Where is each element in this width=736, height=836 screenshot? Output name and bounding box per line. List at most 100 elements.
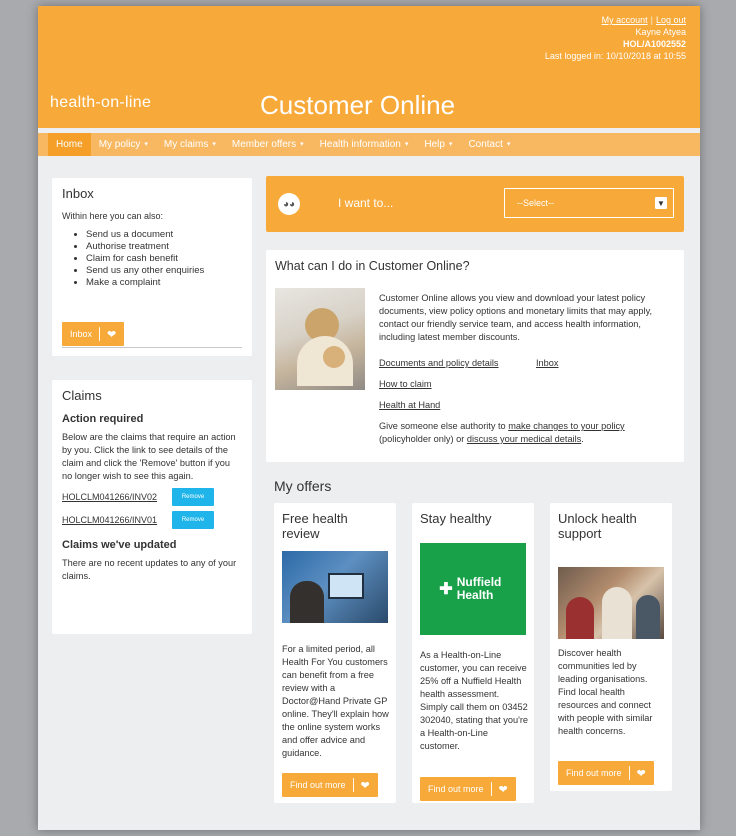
nav-label: Member offers <box>231 139 297 150</box>
chevron-down-icon: ▾ <box>212 141 216 148</box>
select-value: --Select-- <box>517 198 555 208</box>
claims-updated-heading: Claims we've updated <box>62 539 177 551</box>
site-header: My account | Log out Kayne Atyea HOL/A1002… <box>38 6 700 128</box>
main-nav: Home My policy ▾ My claims ▾ Member offers… <box>38 133 700 156</box>
offer-text: Discover health communities led by leadi… <box>558 648 653 736</box>
offer-photo <box>558 567 664 639</box>
separator: | <box>650 15 653 25</box>
claim-link[interactable]: HOLCLM041266/INV02 <box>62 492 172 502</box>
inbox-card: Inbox Within here you can also: Send us … <box>52 178 252 356</box>
last-logged-in: Last logged in: 10/10/2018 at 10:55 <box>544 51 686 61</box>
nav-item-my-claims[interactable]: My claims ▾ <box>156 133 224 156</box>
make-changes-link[interactable]: make changes to your policy <box>508 421 624 431</box>
owl-icon: ◕◕ <box>278 193 300 215</box>
button-label: Find out more <box>428 784 484 794</box>
what-can-i-do-card: What can I do in Customer Online? Custom… <box>266 250 684 462</box>
action-required-heading: Action required <box>62 413 144 425</box>
nuffield-health-logo: ✚ Nuffield Health <box>420 543 526 635</box>
divider <box>352 778 354 792</box>
nav-label: Help <box>424 139 445 150</box>
chevron-down-icon: ▾ <box>448 141 453 148</box>
remove-button[interactable]: Remove <box>172 511 214 529</box>
claims-card: Claims Action required Below are the cla… <box>52 380 252 634</box>
offer-text: For a limited period, all Health For You… <box>282 644 389 758</box>
what-can-i-do-description: Customer Online allows you view and down… <box>379 293 653 342</box>
find-out-more-button[interactable]: Find out more ❤ <box>420 777 516 801</box>
button-label: Find out more <box>290 780 346 790</box>
text: Give someone else authority to <box>379 421 509 431</box>
documents-link[interactable]: Documents and policy details <box>379 358 499 368</box>
nav-label: Health information <box>319 139 401 150</box>
claims-title: Claims <box>62 388 102 403</box>
photo-figure <box>602 587 632 639</box>
inbox-title: Inbox <box>62 186 94 201</box>
nav-item-home[interactable]: Home <box>48 133 91 156</box>
remove-button[interactable]: Remove <box>172 488 214 506</box>
nav-label: My claims <box>163 139 209 150</box>
nav-item-help[interactable]: Help ▾ <box>416 133 460 156</box>
what-can-i-do-title: What can I do in Customer Online? <box>275 259 470 273</box>
offer-text: As a Health-on-Line customer, you can re… <box>420 650 528 751</box>
offer-photo <box>282 551 388 623</box>
chevron-down-icon: ▾ <box>404 141 409 148</box>
claim-row: HOLCLM041266/INV01 Remove <box>62 511 242 529</box>
list-item: Claim for cash benefit <box>86 253 242 265</box>
user-name: Kayne Atyea <box>635 27 686 37</box>
photo-figure <box>566 597 594 639</box>
discuss-medical-link[interactable]: discuss your medical details <box>467 434 581 444</box>
photo-figure <box>290 581 324 623</box>
heart-icon: ❤ <box>498 783 508 796</box>
heart-icon: ❤ <box>636 767 646 780</box>
my-account-link[interactable]: My account <box>602 15 648 25</box>
inbox-intro: Within here you can also: <box>62 211 164 221</box>
my-offers-heading: My offers <box>274 478 332 494</box>
how-to-claim-link[interactable]: How to claim <box>379 379 432 389</box>
list-item: Make a complaint <box>86 277 242 289</box>
text: . <box>581 434 584 444</box>
button-label: Find out more <box>566 768 622 778</box>
nav-item-contact[interactable]: Contact ▾ <box>460 133 518 156</box>
divider <box>628 766 630 780</box>
chevron-down-icon: ▾ <box>300 141 304 148</box>
heart-icon: ❤ <box>360 779 370 792</box>
member-id: HOL/A1002552 <box>622 39 686 49</box>
heart-icon: ❤ <box>107 328 117 341</box>
find-out-more-button[interactable]: Find out more ❤ <box>282 773 378 797</box>
action-required-text: Below are the claims that require an act… <box>62 432 236 481</box>
photo-figure <box>323 346 345 368</box>
list-item: Authorise treatment <box>86 241 242 253</box>
i-want-to-panel: ◕◕ I want to... --Select-- ▼ <box>266 176 684 232</box>
i-want-to-label: I want to... <box>338 196 394 210</box>
chevron-down-icon: ▾ <box>506 141 511 148</box>
inbox-button[interactable]: Inbox ❤ <box>62 322 125 346</box>
chevron-down-icon: ▼ <box>655 197 667 209</box>
find-out-more-button[interactable]: Find out more ❤ <box>558 761 654 785</box>
log-out-link[interactable]: Log out <box>656 15 686 25</box>
photo-figure <box>636 595 660 639</box>
claims-updated-text: There are no recent updates to any of yo… <box>62 558 237 581</box>
button-label: Inbox <box>70 329 93 339</box>
nav-item-member-offers[interactable]: Member offers ▾ <box>224 133 312 156</box>
nav-item-my-policy[interactable]: My policy ▾ <box>91 133 156 156</box>
offer-title: Stay healthy <box>420 511 492 526</box>
offer-card-unlock-health-support: Unlock health support Discover health co… <box>550 503 672 791</box>
inbox-link[interactable]: Inbox <box>536 358 558 368</box>
offer-title: Free health review <box>282 511 348 541</box>
nav-label: Contact <box>468 139 503 150</box>
i-want-to-select[interactable]: --Select-- ▼ <box>504 188 674 218</box>
nav-label: Home <box>56 139 83 150</box>
inbox-options-list: Send us a document Authorise treatment C… <box>86 229 242 289</box>
divider <box>62 347 242 348</box>
family-photo <box>275 288 365 390</box>
logo-text: Nuffield Health <box>456 575 502 602</box>
claim-link[interactable]: HOLCLM041266/INV01 <box>62 515 172 525</box>
nav-item-health-information[interactable]: Health information ▾ <box>312 133 417 156</box>
authority-text: Give someone else authority to make chan… <box>379 420 675 446</box>
list-item: Send us any other enquiries <box>86 265 242 277</box>
health-at-hand-link[interactable]: Health at Hand <box>379 400 440 410</box>
nav-label: My policy <box>98 139 141 150</box>
browser-page: My account | Log out Kayne Atyea HOL/A1002… <box>38 6 700 830</box>
page-title: Customer Online <box>260 90 456 120</box>
offer-card-free-health-review: Free health review For a limited period,… <box>274 503 396 803</box>
brand-logo[interactable]: health-on-line <box>50 94 151 112</box>
